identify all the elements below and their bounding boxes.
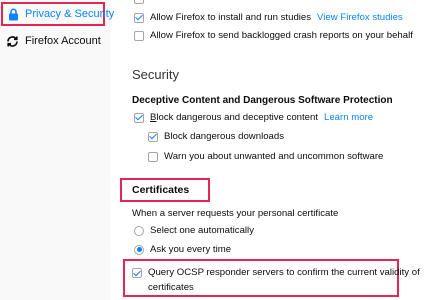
studies-row[interactable]: Allow Firefox to install and run studies… [134,12,403,23]
ask-every-time-row[interactable]: Ask you every time [134,244,231,255]
select-automatically-label: Select one automatically [150,225,254,236]
preferences-main: Allow Firefox to install and run studies… [110,0,446,300]
ask-every-time-label: Ask you every time [150,244,232,255]
deceptive-content-heading: Deceptive Content and Dangerous Software… [132,95,393,106]
ask-every-time-radio[interactable] [134,244,144,255]
certificate-request-prompt: When a server requests your personal cer… [132,208,339,219]
lock-icon [8,7,19,21]
crash-reports-checkbox[interactable] [134,30,144,41]
crash-reports-row[interactable]: Allow Firefox to send backlogged crash r… [134,30,413,41]
block-dangerous-checkbox[interactable] [134,112,144,123]
clipped-checkbox [134,0,144,4]
select-automatically-radio[interactable] [134,225,144,236]
block-dangerous-label: Block dangerous and deceptive content [150,112,319,123]
security-title: Security [132,67,179,82]
block-downloads-row[interactable]: Block dangerous downloads [148,131,284,142]
crash-reports-label: Allow Firefox to send backlogged crash r… [150,30,413,41]
block-downloads-checkbox[interactable] [148,131,158,142]
block-downloads-label: Block dangerous downloads [164,131,285,142]
learn-more-link[interactable]: Learn more [324,112,373,123]
certificates-heading: Certificates [132,184,190,196]
sidebar-item-privacy-security[interactable]: Privacy & Security [1,2,114,26]
sidebar-item-label: Firefox Account [25,35,101,47]
ocsp-checkbox[interactable] [132,268,142,278]
sidebar-item-firefox-account[interactable]: Firefox Account [0,29,101,53]
sidebar-item-label: Privacy & Security [25,8,115,20]
clipped-row [134,0,150,4]
ocsp-label: Query OCSP responder servers to confirm … [148,265,420,295]
warn-unwanted-label: Warn you about unwanted and uncommon sof… [164,151,384,162]
sidebar: Privacy & Security Firefox Account [0,0,114,300]
ocsp-row[interactable]: Query OCSP responder servers to confirm … [132,265,420,295]
ocsp-label-line1: Query OCSP responder servers to confirm … [148,267,420,278]
block-dangerous-row[interactable]: Block dangerous and deceptive content Le… [134,112,373,123]
sync-icon [5,34,19,48]
ocsp-label-line2: certificates [148,282,194,293]
warn-unwanted-row[interactable]: Warn you about unwanted and uncommon sof… [148,151,383,162]
studies-checkbox[interactable] [134,12,144,23]
view-studies-link[interactable]: View Firefox studies [317,12,403,23]
warn-unwanted-checkbox[interactable] [148,151,158,162]
studies-label: Allow Firefox to install and run studies [150,12,312,23]
select-automatically-row[interactable]: Select one automatically [134,225,254,236]
